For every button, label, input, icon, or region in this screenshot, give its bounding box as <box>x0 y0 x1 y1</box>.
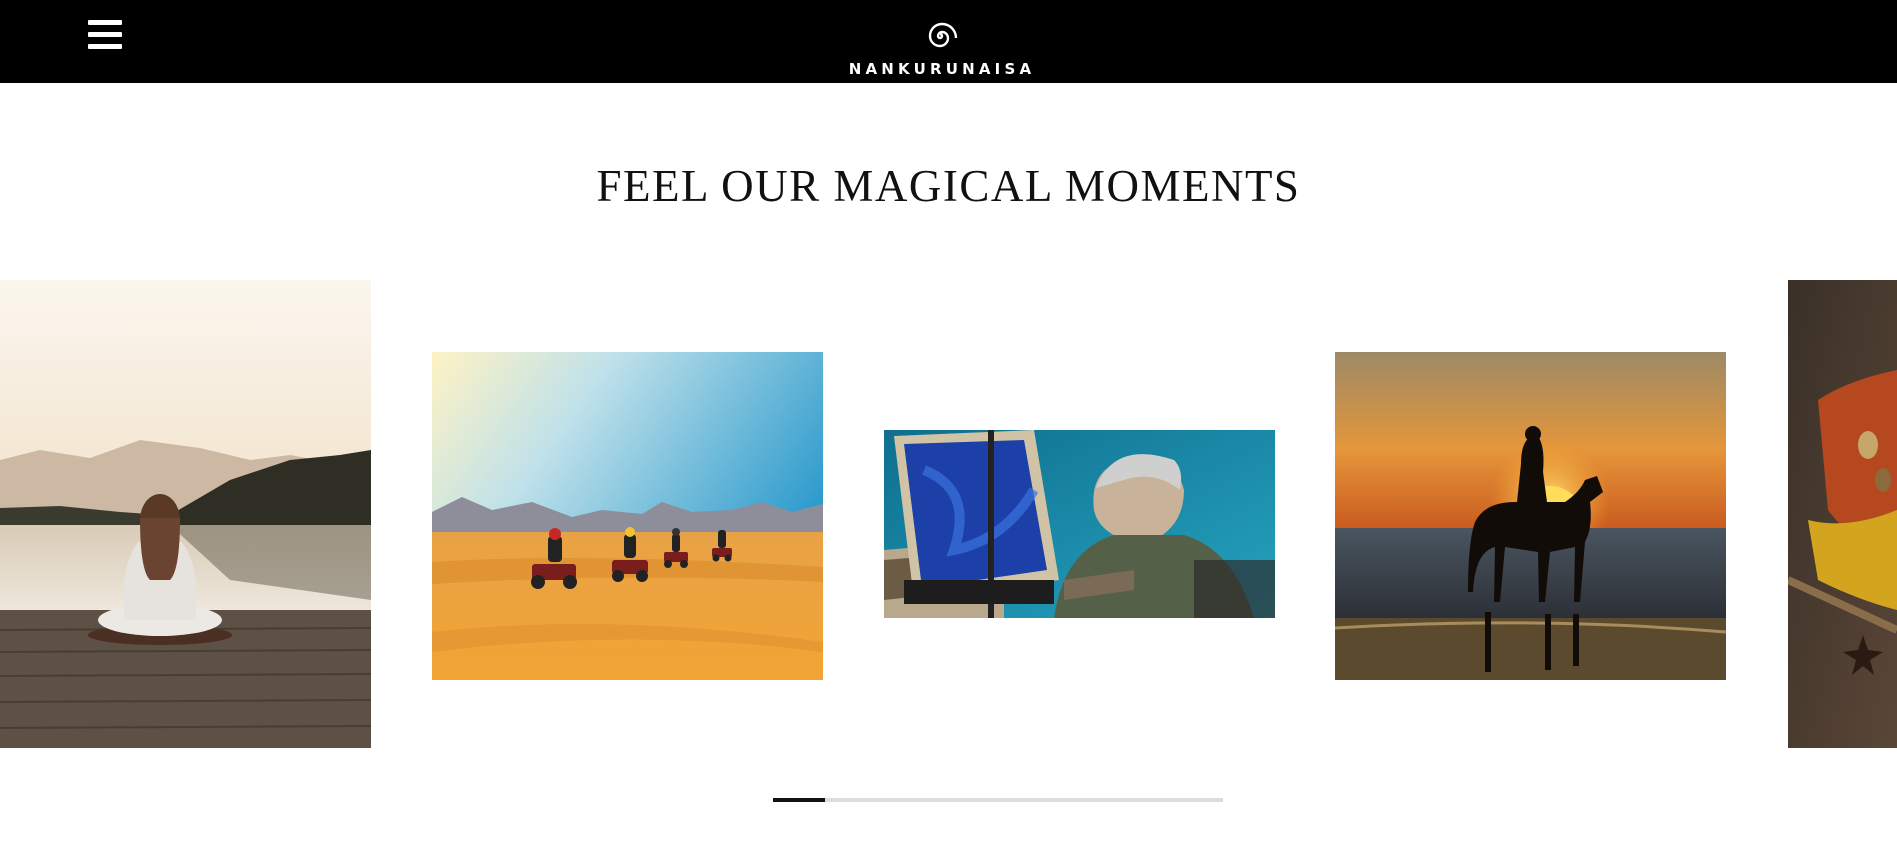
top-navigation-bar: NANKURUNAISA <box>0 0 1897 83</box>
menu-line <box>88 44 122 49</box>
carousel-slide-horse-rider[interactable] <box>1335 352 1726 680</box>
menu-line <box>88 20 122 25</box>
brand-name: NANKURUNAISA <box>848 60 1036 78</box>
brand-logo[interactable]: NANKURUNAISA <box>830 14 1050 82</box>
carousel-progress-indicator <box>773 798 825 802</box>
section-heading: FEEL OUR MAGICAL MOMENTS <box>596 161 1301 211</box>
horse-rider-sunset-image <box>1335 352 1726 680</box>
carousel-slide-painter[interactable] <box>884 430 1275 618</box>
carousel-slide-spices[interactable] <box>1788 280 1897 748</box>
hamburger-menu-icon[interactable] <box>88 19 122 51</box>
carousel-slide-meditation[interactable] <box>0 280 371 748</box>
menu-line <box>88 32 122 37</box>
carousel-slide-desert[interactable] <box>432 352 823 680</box>
spices-image <box>1788 280 1897 748</box>
desert-quad-bikes-image <box>432 352 823 680</box>
spiral-logo-icon <box>928 22 958 48</box>
painter-by-sea-image <box>884 430 1275 618</box>
meditation-image <box>0 280 371 748</box>
carousel-progress-bar[interactable] <box>773 798 1223 802</box>
